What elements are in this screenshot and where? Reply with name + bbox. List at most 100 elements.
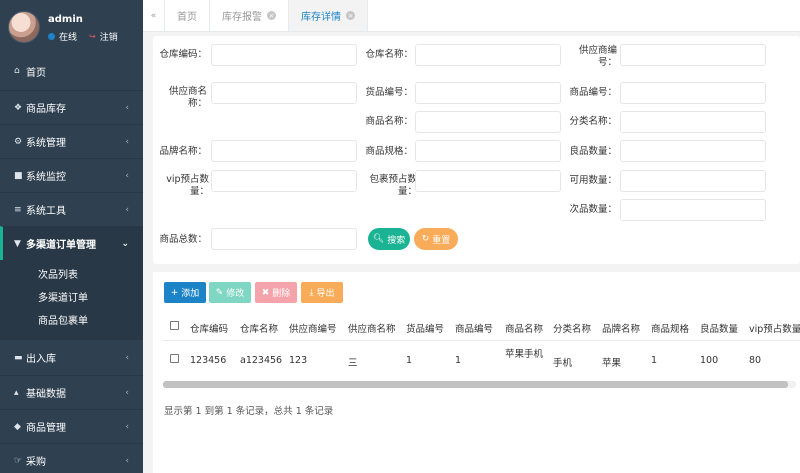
- vip-reserved-label: vip预占数量：: [166, 174, 209, 197]
- delete-button[interactable]: ✖ 删除: [255, 282, 297, 303]
- cell-vip-reserved: 80: [749, 355, 762, 366]
- chevron-down-icon: ⌄: [121, 238, 129, 249]
- sidebar-item-label: 基础数据: [26, 389, 66, 400]
- warehouse-name-input[interactable]: [415, 44, 561, 66]
- column-header[interactable]: 仓库名称: [240, 321, 278, 335]
- logout-icon[interactable]: ↪: [89, 32, 96, 41]
- sidebar-item-in-out-stock[interactable]: ▬ 出入库 ‹: [0, 339, 143, 375]
- export-button[interactable]: ⤓ 导出: [301, 282, 343, 303]
- column-header[interactable]: vip预占数量: [749, 321, 800, 335]
- tab-scroll-left-button[interactable]: «: [143, 0, 165, 31]
- search-button-label: 搜索: [387, 235, 406, 246]
- sidebar-item-product-management[interactable]: ◆ 商品管理 ‹: [0, 409, 143, 443]
- sidebar-item-inventory[interactable]: ❖ 商品库存 ‹: [0, 90, 143, 124]
- column-header[interactable]: 商品编号: [455, 321, 493, 335]
- avatar[interactable]: [8, 11, 40, 43]
- package-reserved-input[interactable]: [415, 170, 561, 192]
- column-header[interactable]: 商品名称: [505, 321, 543, 335]
- plus-icon: +: [170, 287, 179, 298]
- warehouse-code-input[interactable]: [211, 44, 357, 66]
- cubes-icon: ❖: [14, 102, 23, 113]
- goods-no-input[interactable]: [415, 82, 561, 104]
- sidebar-item-base-data[interactable]: ▴ 基础数据 ‹: [0, 375, 143, 409]
- edit-button[interactable]: ✎ 修改: [209, 282, 251, 303]
- product-spec-input[interactable]: [415, 140, 561, 162]
- available-qty-label: 可用数量：: [569, 175, 617, 186]
- edit-button-label: 修改: [226, 289, 245, 299]
- warehouse-name-label: 仓库名称：: [365, 49, 413, 60]
- row-checkbox[interactable]: [170, 354, 179, 363]
- add-button[interactable]: + 添加: [164, 282, 206, 303]
- column-header[interactable]: 商品规格: [651, 321, 689, 335]
- download-icon: ⤓: [309, 287, 314, 298]
- horizontal-scrollbar[interactable]: [163, 381, 796, 388]
- sidebar-item-label: 采购: [26, 457, 46, 468]
- vip-reserved-input[interactable]: [211, 170, 357, 192]
- total-qty-label: 商品总数：: [159, 234, 207, 245]
- cell-product-spec: 1: [651, 355, 658, 366]
- column-header[interactable]: 分类名称: [553, 321, 591, 335]
- pagination-summary: 显示第 1 到第 1 条记录，总共 1 条记录: [164, 406, 334, 417]
- column-header[interactable]: 良品数量: [700, 321, 738, 335]
- supplier-code-input[interactable]: [620, 44, 766, 66]
- tab-stock-alert[interactable]: 库存报警 ×: [210, 0, 289, 31]
- tab-label: 库存详情: [301, 12, 341, 23]
- user-name[interactable]: admin: [48, 14, 83, 25]
- fire-icon: ▴: [14, 387, 19, 398]
- sidebar-item-system-tools[interactable]: ≡ 系统工具 ‹: [0, 192, 143, 226]
- column-header[interactable]: 供应商名称: [348, 321, 396, 335]
- hand-icon: ☞: [14, 455, 23, 466]
- product-no-input[interactable]: [620, 82, 766, 104]
- available-qty-input[interactable]: [620, 170, 766, 192]
- chevron-left-icon: ‹: [125, 352, 129, 363]
- logout-link[interactable]: 注销: [100, 30, 118, 43]
- tab-home[interactable]: 首页: [165, 0, 210, 31]
- defective-qty-input[interactable]: [620, 199, 766, 221]
- tab-stock-detail[interactable]: 库存详情 ×: [289, 0, 368, 31]
- cell-brand-name: 苹果: [602, 358, 622, 369]
- chevron-left-icon: ‹: [125, 170, 129, 181]
- close-icon[interactable]: ×: [346, 11, 355, 20]
- submenu-item-defective-list[interactable]: 次品列表: [0, 264, 143, 287]
- cell-goods-no: 1: [406, 355, 413, 366]
- online-status: 在线: [59, 33, 78, 43]
- select-all-checkbox[interactable]: [170, 321, 179, 330]
- table-row[interactable]: 123456 a123456 123 三 1 1 苹果手机 手机 苹果 1 10…: [163, 342, 800, 378]
- cell-supplier-name: 三: [348, 358, 358, 369]
- product-no-label: 商品编号：: [569, 87, 617, 98]
- brand-name-input[interactable]: [211, 140, 357, 162]
- sidebar-item-system-monitor[interactable]: ■ 系统监控 ‹: [0, 158, 143, 192]
- column-header[interactable]: 品牌名称: [602, 321, 640, 335]
- column-header[interactable]: 仓库编码: [190, 321, 228, 335]
- submenu-item-product-package[interactable]: 商品包裹单: [0, 310, 143, 333]
- column-header[interactable]: 货品编号: [406, 321, 444, 335]
- total-qty-input[interactable]: [211, 228, 357, 250]
- search-button[interactable]: 🔍︎ 搜索: [368, 228, 410, 250]
- sidebar-item-label: 系统管理: [26, 138, 66, 149]
- sidebar-item-purchase[interactable]: ☞ 采购 ‹: [0, 443, 143, 473]
- good-qty-input[interactable]: [620, 140, 766, 162]
- chevron-left-icon: ‹: [125, 102, 129, 113]
- category-name-label: 分类名称：: [569, 116, 617, 127]
- user-status: 在线 ↪ 注销: [48, 30, 118, 43]
- supplier-name-input[interactable]: [211, 82, 357, 104]
- scrollbar-thumb[interactable]: [163, 381, 788, 388]
- cell-supplier-code: 123: [289, 355, 308, 366]
- export-button-label: 导出: [316, 289, 335, 299]
- search-icon: 🔍︎: [372, 234, 385, 244]
- sidebar-item-home[interactable]: ⌂ 首页: [0, 52, 143, 90]
- reset-button[interactable]: ↻ 重置: [414, 228, 458, 250]
- category-name-input[interactable]: [620, 111, 766, 133]
- close-icon[interactable]: ×: [267, 11, 276, 20]
- defective-qty-label: 次品数量：: [569, 204, 617, 215]
- cube-icon: ◆: [14, 421, 21, 432]
- truck-icon: ▬: [14, 352, 23, 363]
- gear-icon: ⚙: [14, 136, 23, 147]
- sidebar-item-system-management[interactable]: ⚙ 系统管理 ‹: [0, 124, 143, 158]
- sidebar-item-multichannel-orders[interactable]: ▼ 多渠道订单管理 ⌄: [0, 226, 143, 260]
- product-name-input[interactable]: [415, 111, 561, 133]
- sidebar-item-label: 商品管理: [26, 423, 66, 434]
- sidebar-submenu: 次品列表 多渠道订单 商品包裹单: [0, 260, 143, 339]
- column-header[interactable]: 供应商编号: [289, 321, 337, 335]
- submenu-item-multichannel-order[interactable]: 多渠道订单: [0, 287, 143, 310]
